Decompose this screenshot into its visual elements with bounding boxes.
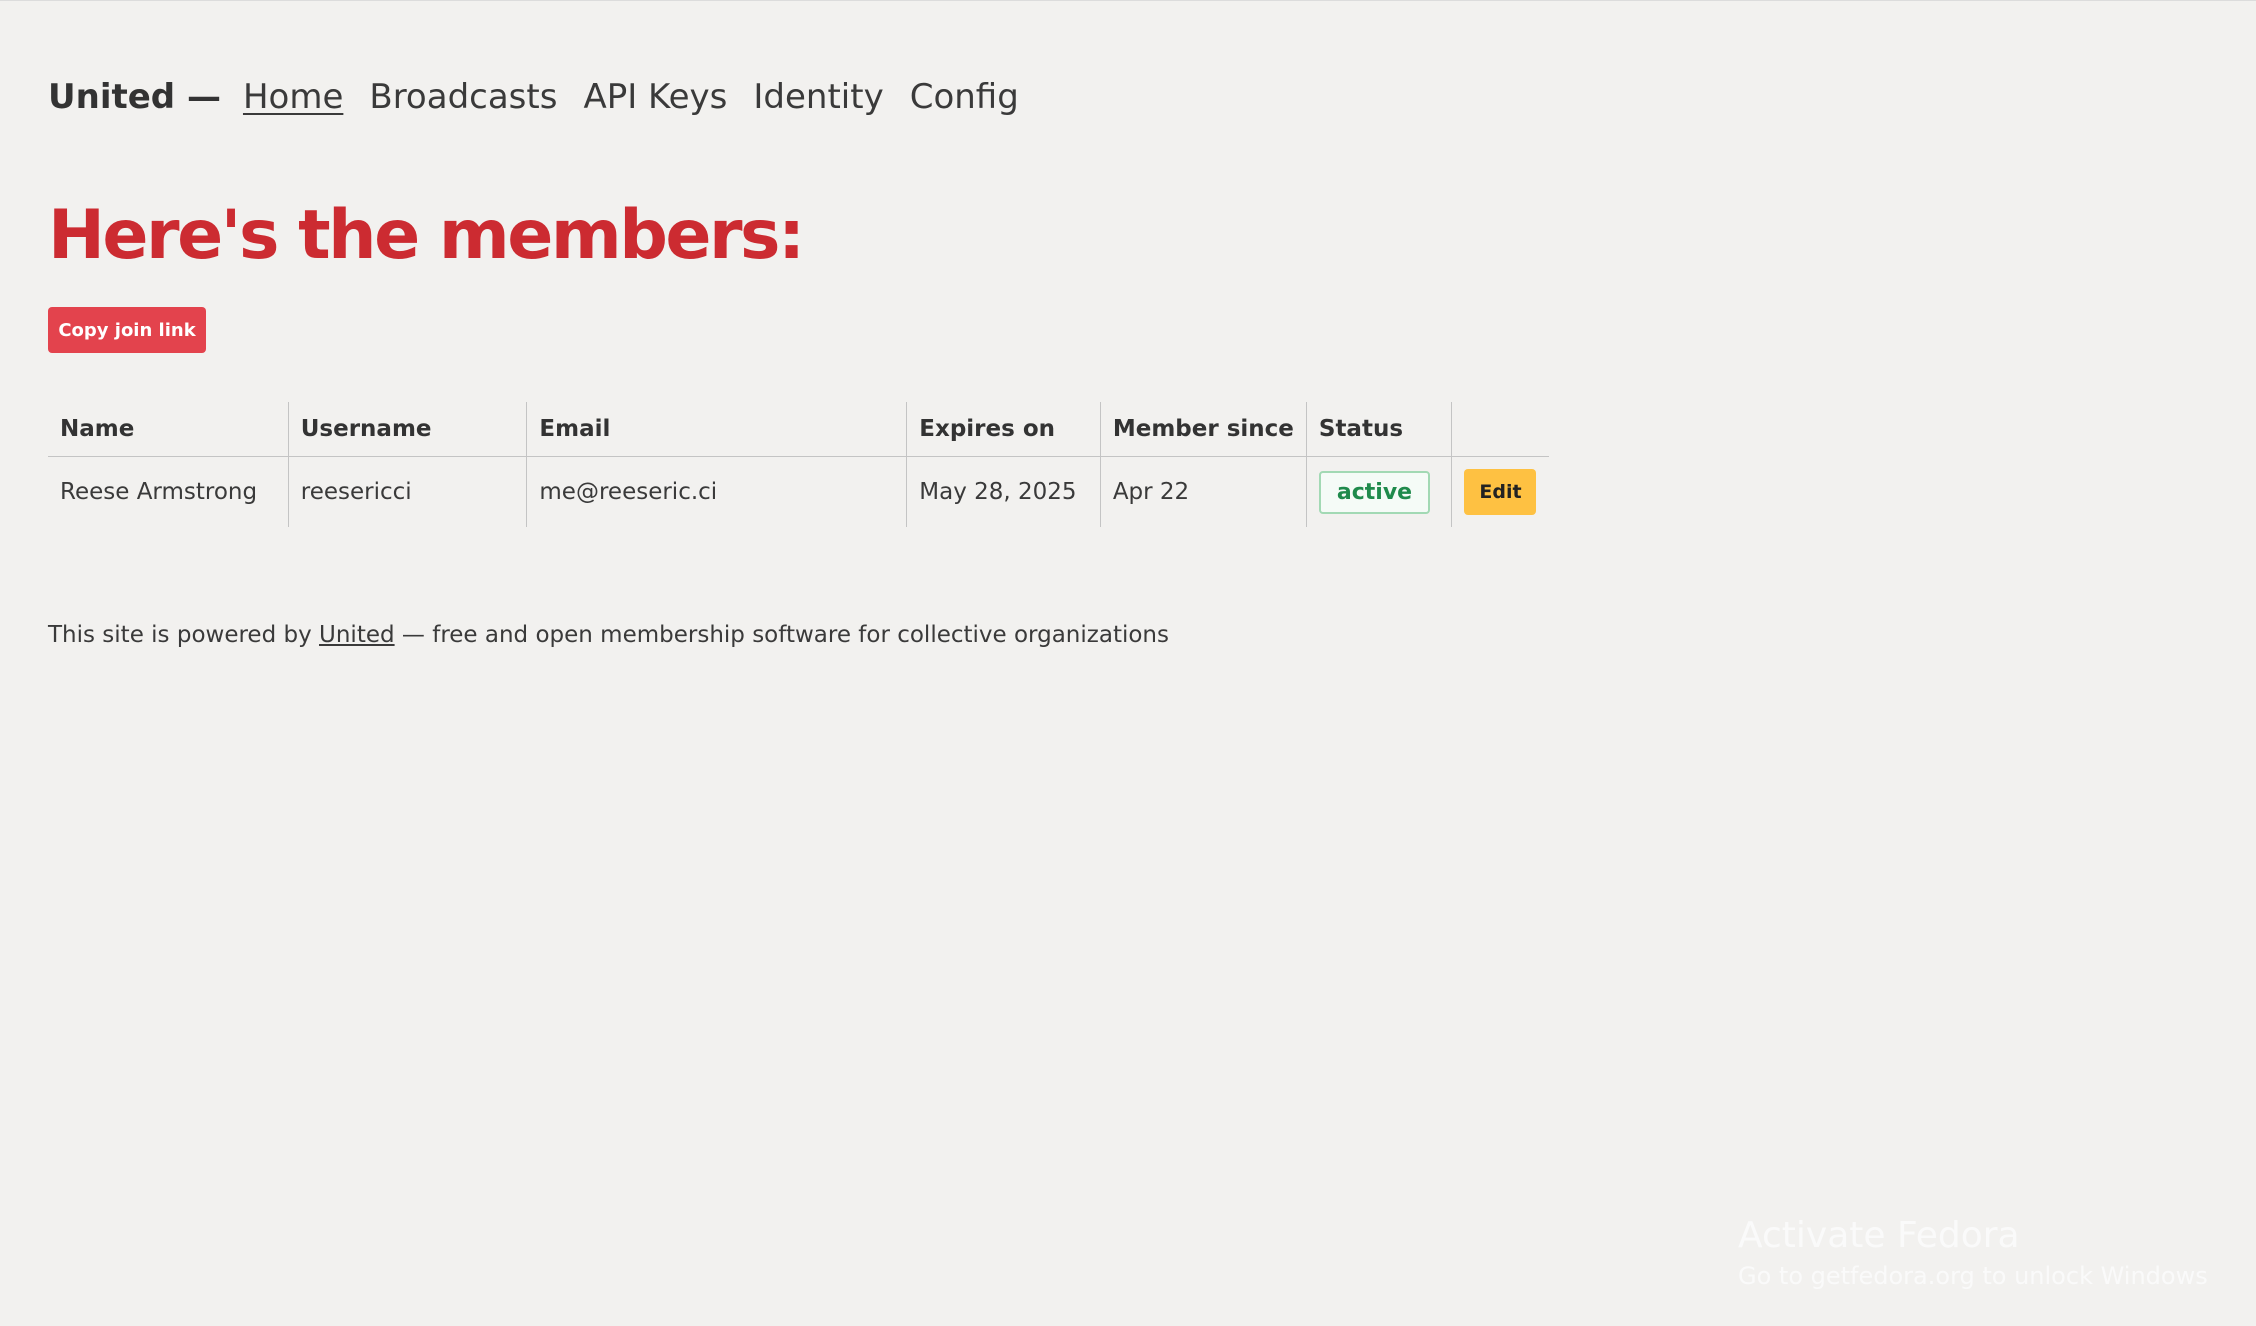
column-header-username: Username: [287, 402, 527, 457]
nav-link-identity[interactable]: Identity: [753, 77, 883, 117]
nav-link-home[interactable]: Home: [243, 77, 343, 117]
brand-title: United —: [48, 77, 221, 117]
cell-actions: Edit: [1451, 456, 1549, 527]
table-row: Reese Armstrong reesericci me@reeseric.c…: [48, 456, 1549, 527]
nav-link-broadcasts[interactable]: Broadcasts: [369, 77, 557, 117]
column-header-email: Email: [526, 402, 907, 457]
column-header-status: Status: [1305, 402, 1452, 457]
column-header-member-since: Member since: [1099, 402, 1307, 457]
footer-suffix: — free and open membership software for …: [394, 622, 1169, 648]
table-header-row: Name Username Email Expires on Member si…: [48, 402, 1549, 457]
page-title: Here's the members:: [48, 196, 805, 275]
footer-united-link[interactable]: United: [319, 622, 395, 648]
top-nav: United — Home Broadcasts API Keys Identi…: [48, 77, 1045, 117]
column-header-expires-on: Expires on: [906, 402, 1101, 457]
footer-text: This site is powered by United — free an…: [48, 622, 1169, 648]
status-badge: active: [1318, 470, 1431, 514]
edit-member-button[interactable]: Edit: [1464, 469, 1537, 515]
cell-expires-on: May 28, 2025: [906, 456, 1101, 527]
members-table: Name Username Email Expires on Member si…: [48, 402, 1549, 527]
watermark-subtitle: Go to getfedora.org to unlock Windows: [1738, 1262, 2208, 1290]
watermark-title: Activate Fedora: [1738, 1215, 2020, 1256]
copy-join-link-button[interactable]: Copy join link: [48, 307, 206, 353]
footer-prefix: This site is powered by: [48, 622, 320, 648]
cell-status: active: [1305, 456, 1452, 527]
cell-username: reesericci: [287, 456, 527, 527]
cell-name: Reese Armstrong: [60, 479, 258, 505]
activation-watermark: Activate Fedora Go to getfedora.org to u…: [1738, 1215, 2208, 1290]
nav-link-config[interactable]: Config: [910, 77, 1019, 117]
cell-email: me@reeseric.ci: [526, 456, 907, 527]
cell-member-since: Apr 22: [1099, 456, 1307, 527]
column-header-actions: [1451, 402, 1549, 457]
nav-link-api-keys[interactable]: API Keys: [583, 77, 727, 117]
column-header-name: Name: [48, 402, 289, 457]
